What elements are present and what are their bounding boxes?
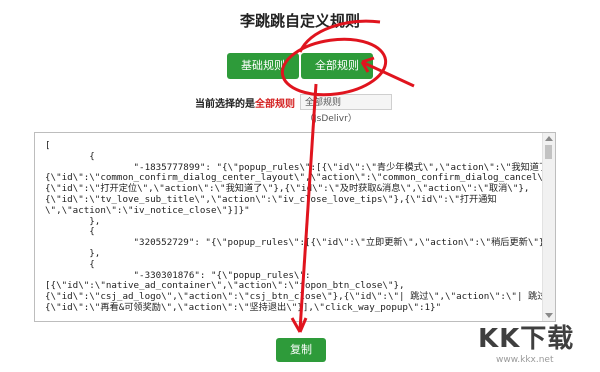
- current-selection-value: 全部规则: [255, 99, 295, 110]
- basic-rules-button[interactable]: 基础规则: [227, 53, 299, 79]
- rule-source-select[interactable]: 全部规则（JsDelivr）: [300, 94, 392, 124]
- watermark-brand: KK下载: [478, 324, 575, 354]
- current-selection-label: 当前选择的是全部规则: [195, 95, 295, 110]
- current-selection-prefix: 当前选择的是: [195, 99, 255, 110]
- all-rules-button[interactable]: 全部规则: [301, 53, 373, 79]
- scroll-up-arrow-icon[interactable]: [545, 136, 553, 141]
- copy-button[interactable]: 复制: [276, 338, 326, 362]
- rules-json-text[interactable]: [ { "-1835777899": "{\"popup_rules\":[{\…: [45, 140, 555, 314]
- page-title: 李跳跳自定义规则: [239, 12, 360, 30]
- editor-scrollbar[interactable]: [542, 133, 555, 321]
- rules-editor[interactable]: [ { "-1835777899": "{\"popup_rules\":[{\…: [34, 132, 556, 322]
- scrollbar-thumb[interactable]: [545, 145, 552, 159]
- watermark-url: www.kkx.net: [496, 355, 554, 365]
- watermark-logo: KK下载 www.kkx.net: [478, 318, 596, 368]
